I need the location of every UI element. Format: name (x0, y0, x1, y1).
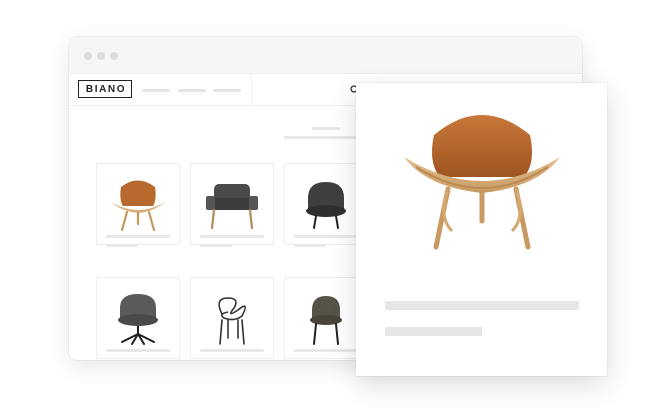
nav-item-placeholder[interactable] (142, 89, 170, 92)
product-name-placeholder (106, 349, 170, 352)
subheading-placeholder (284, 136, 364, 139)
wire-chair-icon (218, 297, 246, 345)
round-armchair-icon (306, 182, 346, 229)
preview-title-placeholder (385, 301, 579, 310)
product-card[interactable] (96, 277, 180, 359)
stage: BIANO (0, 0, 658, 408)
product-name-placeholder (200, 349, 264, 352)
shell-lounge-chair-icon (111, 180, 165, 232)
nav-item-placeholder[interactable] (213, 89, 241, 92)
product-name-placeholder (106, 235, 170, 238)
olive-chair-icon (310, 296, 342, 345)
header-divider (251, 74, 252, 106)
heading-placeholder (312, 127, 340, 130)
window-dot-icon[interactable] (97, 52, 105, 60)
site-logo[interactable]: BIANO (78, 80, 132, 98)
product-price-placeholder (200, 244, 232, 247)
nav-item-placeholder[interactable] (178, 89, 206, 92)
product-card[interactable] (190, 277, 274, 359)
browser-title-bar (69, 37, 582, 74)
dark-armchair-icon (206, 184, 258, 230)
shell-lounge-chair-icon (404, 115, 560, 250)
swivel-armchair-icon (118, 294, 158, 345)
window-dot-icon[interactable] (84, 52, 92, 60)
preview-price-placeholder (385, 327, 482, 336)
product-price-placeholder (106, 244, 138, 247)
product-name-placeholder (294, 235, 358, 238)
product-name-placeholder (294, 349, 358, 352)
window-dot-icon[interactable] (110, 52, 118, 60)
product-name-placeholder (200, 235, 264, 238)
product-price-placeholder (294, 244, 326, 247)
product-card[interactable] (96, 163, 180, 245)
product-preview-card[interactable] (356, 83, 607, 376)
product-card[interactable] (190, 163, 274, 245)
